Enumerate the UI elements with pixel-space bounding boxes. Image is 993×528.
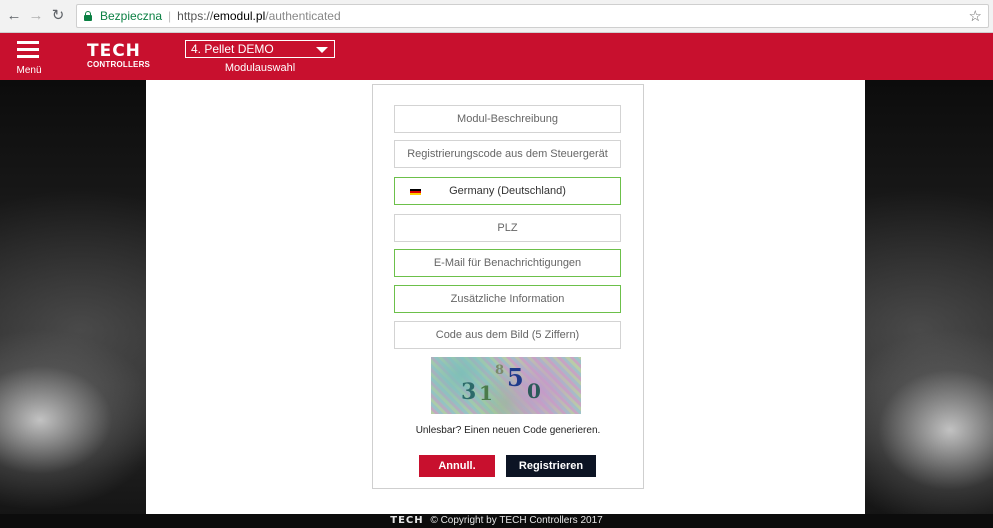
country-select-value: Germany (Deutschland) (449, 185, 566, 197)
hamburger-icon (17, 41, 39, 44)
additional-info-input[interactable]: Zusätzliche Information (394, 285, 621, 313)
captcha-char: 1 (479, 381, 493, 405)
notification-email-input[interactable]: E-Mail für Benachrichtigungen (394, 249, 621, 277)
reload-icon[interactable]: ↻ (50, 6, 66, 26)
logo-main: TECH (87, 41, 141, 61)
dropdown-caret-icon (316, 47, 328, 53)
bookmark-star-icon[interactable]: ☆ (969, 7, 982, 25)
country-select[interactable]: Germany (Deutschland) (394, 177, 621, 205)
zip-code-input[interactable]: PLZ (394, 214, 621, 242)
logo-sub: CONTROLLERS (87, 60, 151, 69)
hamburger-icon-bar (17, 48, 39, 51)
module-select-value: 4. Pellet DEMO (191, 42, 274, 56)
menu-label: Menü (16, 65, 42, 76)
menu-button[interactable]: Menü (14, 39, 44, 76)
captcha-char: 5 (507, 363, 524, 392)
module-description-input[interactable]: Modul-Beschreibung (394, 105, 621, 133)
app-header: Menü TECH CONTROLLERS 4. Pellet DEMO Mod… (0, 33, 993, 80)
lock-icon (82, 10, 94, 22)
module-select[interactable]: 4. Pellet DEMO (185, 40, 335, 58)
captcha-char: 3 (461, 379, 477, 405)
url-path: /authenticated (265, 9, 341, 23)
registration-code-input[interactable]: Registrierungscode aus dem Steuergerät (394, 140, 621, 168)
germany-flag-icon (410, 189, 421, 195)
address-separator: | (168, 9, 172, 23)
cancel-button[interactable]: Annull. (419, 455, 495, 477)
address-bar[interactable]: Bezpieczna | https://emodul.pl/authentic… (76, 4, 989, 28)
captcha-char: 0 (527, 379, 541, 403)
module-caption: Modulauswahl (224, 62, 296, 74)
hamburger-icon-bar (17, 55, 39, 58)
back-arrow-icon[interactable]: ← (6, 6, 22, 26)
secure-label: Bezpieczna (100, 9, 163, 23)
registration-form: Modul-Beschreibung Registrierungscode au… (372, 84, 644, 489)
tech-controllers-logo[interactable]: TECH CONTROLLERS (87, 41, 151, 73)
footer-logo: TECH (390, 515, 424, 526)
captcha-image: 3 1 8 5 0 (431, 357, 581, 414)
main-content: Modul-Beschreibung Registrierungscode au… (146, 80, 865, 514)
browser-toolbar: ← → ↻ Bezpieczna | https://emodul.pl/aut… (0, 0, 993, 33)
regenerate-code-link[interactable]: Unlesbar? Einen neuen Code generieren. (373, 425, 643, 436)
url-host: emodul.pl (213, 9, 266, 23)
forward-arrow-icon[interactable]: → (28, 6, 44, 26)
url-scheme: https:// (177, 9, 214, 23)
register-button[interactable]: Registrieren (506, 455, 596, 477)
footer: TECH © Copyright by TECH Controllers 201… (0, 514, 993, 528)
captcha-code-input[interactable]: Code aus dem Bild (5 Ziffern) (394, 321, 621, 349)
captcha-char: 8 (495, 363, 505, 378)
copyright-text: © Copyright by TECH Controllers 2017 (430, 515, 603, 526)
